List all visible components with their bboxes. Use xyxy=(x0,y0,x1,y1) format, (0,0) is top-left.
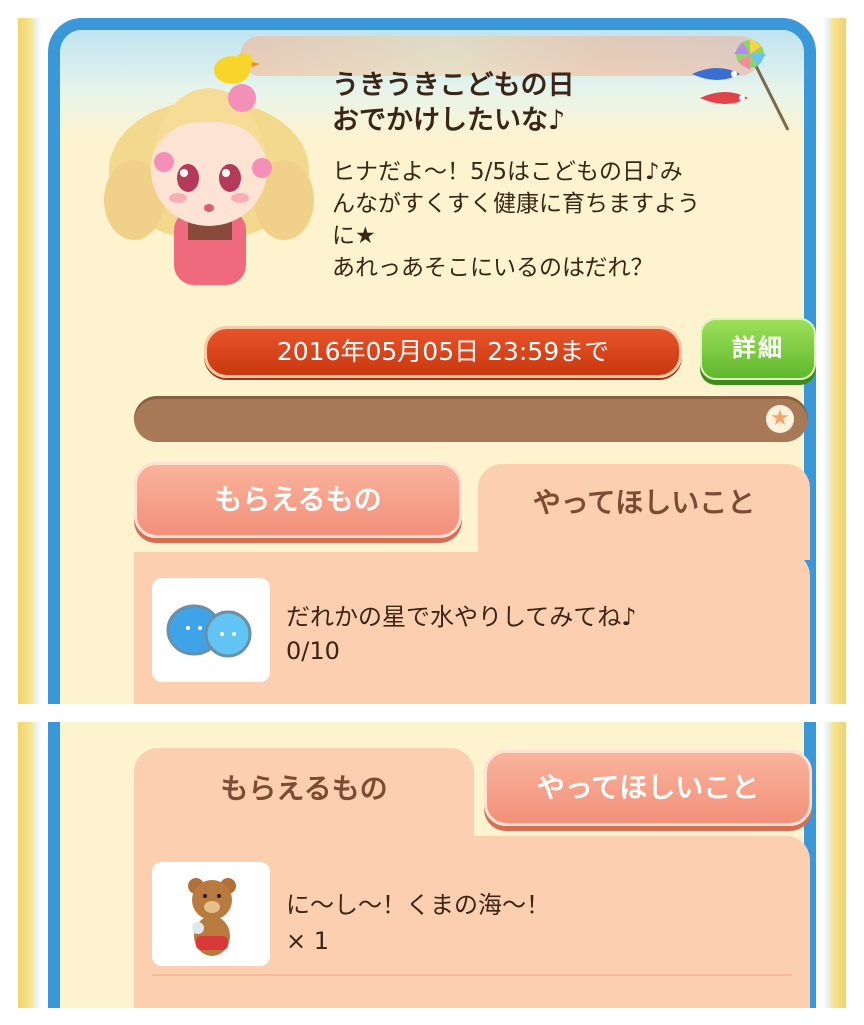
deadline-badge: 2016年05月05日 23:59まで xyxy=(204,326,682,378)
pinwheel-icon xyxy=(692,38,790,131)
tab-rewards[interactable]: もらえるもの xyxy=(134,462,462,538)
bear-icon xyxy=(188,878,236,956)
tab-tasks[interactable]: やってほしいこと xyxy=(484,750,812,826)
tab-rewards[interactable]: もらえるもの xyxy=(134,748,474,844)
detail-button[interactable]: 詳細 xyxy=(700,318,816,380)
task-text: だれかの星で水やりしてみてね♪ xyxy=(286,603,637,631)
hina-avatar xyxy=(104,53,314,285)
event-progress-bar: ★ xyxy=(134,396,808,442)
event-description: ヒナだよ〜！5/5はこどもの日♪み んながすくすく健康に育ちますよう に★ あれ… xyxy=(332,159,700,281)
panel-frame: うきうきこどもの日 おでかけしたいな♪ ヒナだよ〜！5/5はこどもの日♪み んな… xyxy=(48,18,816,704)
panel-frame: もらえるもの やってほしいこと に〜し〜！くまの海〜！ × 1 xyxy=(48,722,816,1008)
reward-quantity: × 1 xyxy=(286,927,330,955)
reward-icon-frame xyxy=(152,862,270,966)
event-panel-rewards: もらえるもの やってほしいこと に〜し〜！くまの海〜！ × 1 xyxy=(18,722,846,1008)
rewards-list: に〜し〜！くまの海〜！ × 1 xyxy=(134,836,810,1008)
task-icon-frame xyxy=(152,578,270,682)
tab-tasks[interactable]: やってほしいこと xyxy=(478,464,810,560)
item-divider xyxy=(152,974,792,976)
star-icon: ★ xyxy=(766,405,794,433)
event-title: うきうきこどもの日 おでかけしたいな♪ xyxy=(332,70,575,136)
event-panel-tasks: うきうきこどもの日 おでかけしたいな♪ ヒナだよ〜！5/5はこどもの日♪み んな… xyxy=(18,18,846,704)
reward-text: に〜し〜！くまの海〜！ xyxy=(286,891,550,919)
tasks-list: だれかの星で水やりしてみてね♪ 0/10 xyxy=(134,552,810,704)
task-progress: 0/10 xyxy=(286,637,340,665)
water-drop-icon xyxy=(166,604,252,658)
